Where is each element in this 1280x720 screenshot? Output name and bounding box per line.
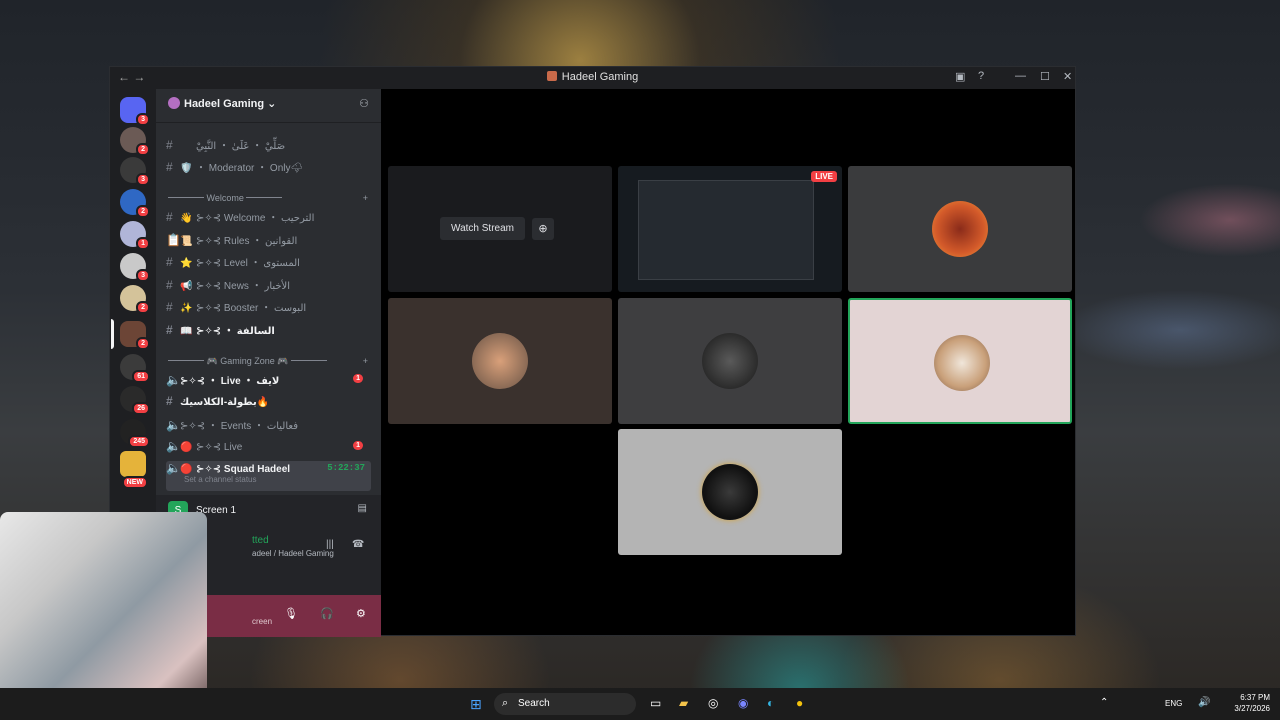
- live-stream-tile[interactable]: LIVE: [618, 166, 842, 292]
- server-header[interactable]: Hadeel Gaming ⌄ ⚇: [156, 89, 381, 123]
- channel-item[interactable]: # صَلِّيْ ・ عَلَىٰ ・ النَّبِيْ: [166, 137, 371, 157]
- window-title: Hadeel Gaming: [110, 71, 1075, 83]
- settings-gear-icon[interactable]: ⚙: [356, 607, 366, 620]
- avatar: [702, 333, 758, 389]
- voice-channel-item[interactable]: 🔈🔴 ⊱✧⊰ Live 1: [166, 439, 371, 459]
- chevron-up-icon[interactable]: ⌃: [1100, 697, 1108, 708]
- channel-item[interactable]: # ✨ ⊱✧⊰ Booster ・ البوست: [166, 299, 371, 319]
- live-badge: LIVE: [811, 171, 837, 182]
- server-icon[interactable]: 61: [120, 354, 150, 383]
- add-channel-icon[interactable]: +: [363, 193, 368, 203]
- active-server-icon[interactable]: 2: [111, 319, 150, 350]
- windows-start-icon[interactable]: ⊞: [470, 696, 482, 713]
- file-explorer-icon[interactable]: ▰: [679, 696, 688, 710]
- server-icon[interactable]: 3: [120, 157, 150, 186]
- microphone-icon[interactable]: 🎙: [284, 607, 298, 620]
- search-icon: ⌕: [502, 697, 509, 709]
- chevron-down-icon: ⌄: [267, 98, 277, 110]
- participant-tile[interactable]: [618, 429, 842, 555]
- screen-icon[interactable]: ▣: [955, 70, 965, 83]
- avatar: [932, 201, 988, 257]
- add-member-icon[interactable]: ⚇: [359, 97, 369, 110]
- server-badge-icon: [168, 97, 180, 109]
- server-icon[interactable]: 2: [120, 285, 150, 314]
- avatar: [934, 335, 990, 391]
- server-icon[interactable]: 2: [120, 127, 150, 156]
- popout-icon[interactable]: ▤: [358, 503, 367, 514]
- voice-channel-item[interactable]: 🔈⊱✧⊰ ・ Events ・ فعاليات: [166, 417, 371, 437]
- minimize-icon[interactable]: —: [1015, 70, 1026, 82]
- participant-tile[interactable]: [848, 166, 1072, 292]
- server-icon[interactable]: 26: [120, 386, 150, 415]
- help-icon[interactable]: ?: [978, 70, 984, 82]
- channel-item[interactable]: # 📢 ⊱✧⊰ News ・ الأخبار: [166, 277, 371, 297]
- voice-channel-item[interactable]: 🔈⊱✧⊰ ・ Live ・ لايف 1: [166, 372, 371, 392]
- add-channel-icon[interactable]: +: [363, 356, 368, 366]
- server-icon[interactable]: 245: [120, 419, 150, 448]
- channel-item[interactable]: # 🛡️ ・ Moderator ・ Only🌩: [166, 159, 371, 179]
- channel-item[interactable]: # 📖 ⊱✧⊰ ・ السالفة: [166, 322, 371, 342]
- channel-item[interactable]: # ⭐ ⊱✧⊰ Level ・ المستوى: [166, 254, 371, 274]
- speaking-participant-tile[interactable]: [848, 298, 1072, 424]
- server-icon[interactable]: 2: [120, 189, 150, 218]
- discord-window: ← → Hadeel Gaming ▣ ? — ☐ ✕ 3 2 3 2 1 3 …: [109, 66, 1076, 637]
- active-pip: [111, 319, 114, 349]
- watch-together-icon[interactable]: ⊕: [532, 218, 554, 240]
- channel-item[interactable]: # 👋 ⊱✧⊰ Welcome ・ الترحيب: [166, 209, 371, 229]
- clock[interactable]: 6:37 PM 3/27/2026: [1226, 692, 1270, 714]
- discord-taskbar-icon[interactable]: ◉: [738, 696, 748, 710]
- maximize-icon[interactable]: ☐: [1040, 70, 1050, 83]
- stream-screenshot: [638, 180, 814, 280]
- server-logo-icon: [546, 71, 557, 81]
- channel-item[interactable]: # بطولة-الكلاسيك🔥: [166, 394, 371, 414]
- category-header[interactable]: 🎮 Gaming Zone 🎮 +: [168, 356, 368, 367]
- stream-preview-tile[interactable]: Watch Stream ⊕: [388, 166, 612, 292]
- app-icon[interactable]: ◎: [708, 696, 718, 710]
- channel-item[interactable]: 📋📜 ⊱✧⊰ Rules ・ القوانين: [166, 232, 371, 252]
- audio-bars-icon[interactable]: |||: [326, 539, 334, 550]
- taskbar: ⊞ ⌕ Search ▭ ▰ ◎ ◉ ◐ ● ⌃ ENG 🔊 6:37 PM 3/…: [0, 688, 1280, 720]
- watch-stream-button[interactable]: Watch Stream: [440, 217, 525, 240]
- close-icon[interactable]: ✕: [1063, 70, 1072, 83]
- avatar: [702, 464, 758, 520]
- participant-tile[interactable]: [618, 298, 842, 424]
- volume-icon[interactable]: 🔊: [1198, 697, 1210, 708]
- avatar: [472, 333, 528, 389]
- taskbar-search[interactable]: ⌕ Search: [494, 693, 636, 715]
- disconnect-icon[interactable]: ☎: [352, 539, 364, 550]
- active-voice-channel[interactable]: 🔈🔴 ⊱✧⊰ Squad Hadeel 5:22:37 Set a channel s…: [166, 461, 371, 491]
- server-icon[interactable]: NEW: [120, 451, 148, 489]
- category-header[interactable]: Welcome +: [168, 193, 368, 203]
- participant-tile[interactable]: [388, 298, 612, 424]
- server-icon[interactable]: 3: [120, 253, 150, 282]
- chrome-icon[interactable]: ●: [796, 696, 803, 710]
- edge-icon[interactable]: ◐: [767, 696, 774, 710]
- task-view-icon[interactable]: ▭: [650, 696, 661, 710]
- discord-home-icon[interactable]: 3: [120, 97, 150, 126]
- server-icon[interactable]: 1: [120, 221, 150, 250]
- title-bar: ← → Hadeel Gaming ▣ ? — ☐ ✕: [110, 67, 1075, 89]
- headphones-icon[interactable]: 🎧: [320, 607, 334, 620]
